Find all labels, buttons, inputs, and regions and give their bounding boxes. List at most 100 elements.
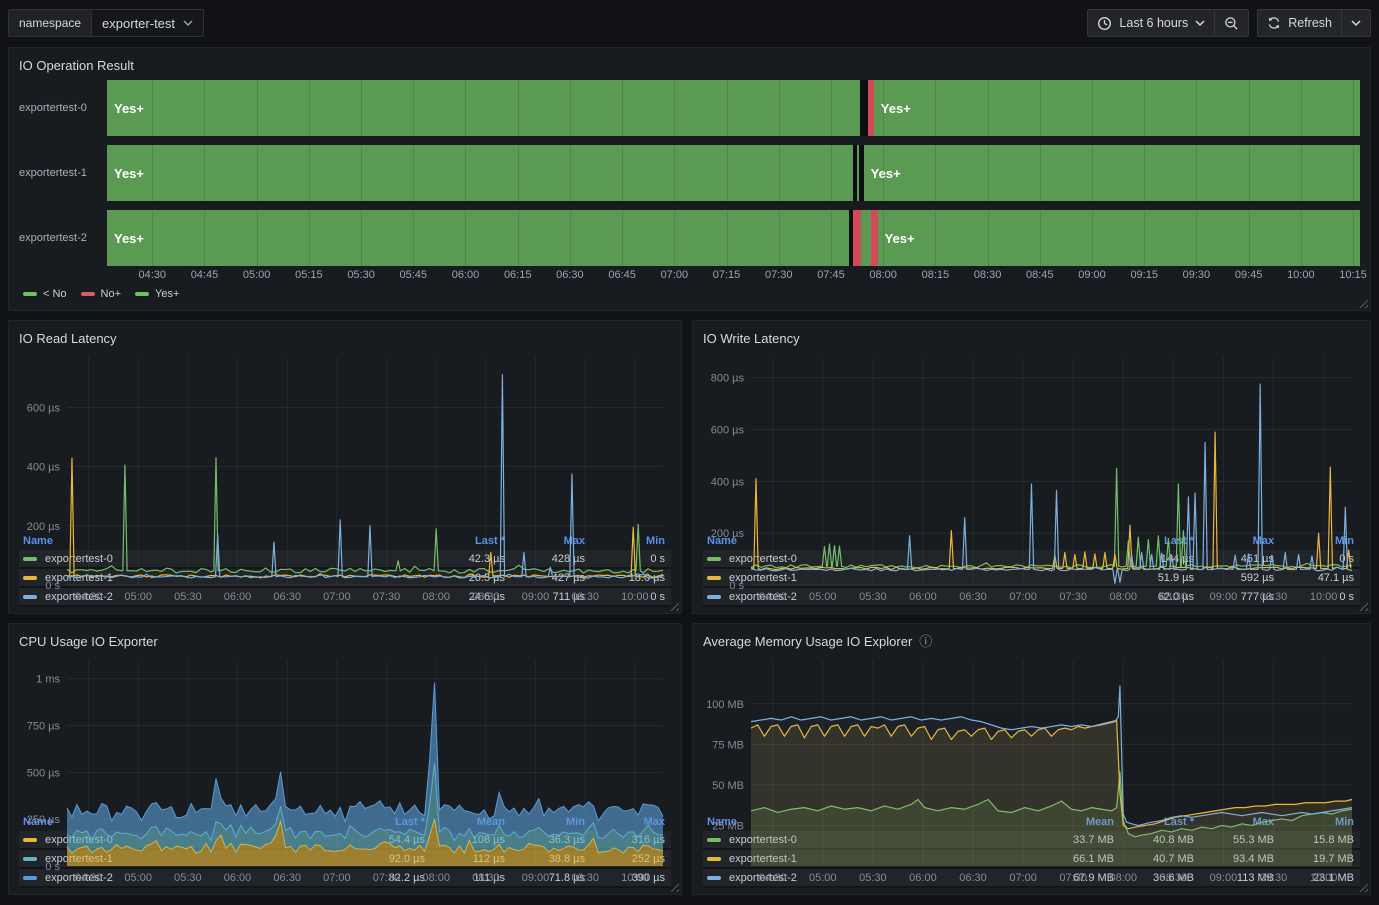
x-tick-label: 06:00 bbox=[224, 872, 252, 884]
timeline-segment-yes[interactable] bbox=[861, 210, 871, 266]
timeline-gridline bbox=[257, 210, 258, 266]
timeline-gridline bbox=[413, 210, 414, 266]
y-tick-label: 600 µs bbox=[711, 425, 745, 437]
timeline-gridline bbox=[1040, 210, 1041, 266]
timeline-gridline bbox=[935, 80, 936, 136]
timeline-gridline bbox=[257, 80, 258, 136]
row-latency: IO Read Latency 0 s200 µs400 µs600 µs04:… bbox=[8, 320, 1371, 614]
timeline-gridline bbox=[1144, 210, 1145, 266]
timeline-gridline bbox=[309, 210, 310, 266]
panel-memory-usage: Average Memory Usage IO Explorer ⓘ 25 MB… bbox=[692, 623, 1371, 895]
timeline-gridline bbox=[152, 145, 153, 201]
x-tick-label: 06:00 bbox=[452, 269, 480, 281]
timeline-gridline bbox=[309, 145, 310, 201]
timeline-gridline bbox=[831, 145, 832, 201]
timeline-legend-item[interactable]: < No bbox=[23, 288, 67, 300]
panel-title-text: IO Write Latency bbox=[703, 331, 800, 346]
panel-title[interactable]: IO Operation Result bbox=[19, 54, 1360, 76]
zoom-out-time-button[interactable] bbox=[1215, 9, 1249, 37]
x-tick-label: 04:30 bbox=[138, 269, 166, 281]
namespace-variable-dropdown[interactable]: exporter-test bbox=[91, 9, 204, 37]
x-tick-label: 07:45 bbox=[817, 269, 845, 281]
panel-title[interactable]: IO Read Latency bbox=[19, 327, 671, 349]
read-chart-svg[interactable]: 0 s200 µs400 µs600 µs04:3005:0005:3006:0… bbox=[19, 349, 671, 605]
x-tick-label: 09:30 bbox=[1260, 872, 1288, 884]
timeline-gridline bbox=[1196, 210, 1197, 266]
x-tick-label: 05:45 bbox=[400, 269, 428, 281]
timeline-gridline bbox=[361, 210, 362, 266]
refresh-button[interactable]: Refresh bbox=[1257, 9, 1342, 37]
timeline-gridline bbox=[204, 145, 205, 201]
y-tick-label: 0 s bbox=[729, 580, 744, 592]
timeline-segment-yes[interactable]: Yes+ bbox=[864, 145, 1360, 201]
timeline-gridline bbox=[1249, 145, 1250, 201]
timeline-segment-yes[interactable]: Yes+ bbox=[107, 145, 853, 201]
timeline-segment-no[interactable] bbox=[853, 210, 861, 266]
timeline-segment-yes[interactable]: Yes+ bbox=[878, 210, 1360, 266]
timeline-segment-yes[interactable]: Yes+ bbox=[107, 210, 849, 266]
timeline-gridline bbox=[883, 210, 884, 266]
x-tick-label: 06:30 bbox=[959, 591, 987, 603]
y-tick-label: 250 µs bbox=[27, 814, 61, 826]
row-usage: CPU Usage IO Exporter 0 s250 µs500 µs750… bbox=[8, 623, 1371, 895]
timeline-gridline bbox=[1040, 80, 1041, 136]
timeline-gridline bbox=[1353, 210, 1354, 266]
timeline-gridline bbox=[1301, 80, 1302, 136]
timeline-gridline bbox=[518, 145, 519, 201]
timeline-gridline bbox=[1092, 210, 1093, 266]
timeline-segment-gap[interactable] bbox=[860, 80, 868, 136]
timeline-gridline bbox=[883, 80, 884, 136]
x-tick-label: 09:30 bbox=[1260, 591, 1288, 603]
x-tick-label: 07:30 bbox=[1059, 591, 1087, 603]
mem-chart-svg[interactable]: 25 MB50 MB75 MB100 MB04:3005:0005:3006:0… bbox=[703, 652, 1360, 886]
x-tick-label: 06:30 bbox=[959, 872, 987, 884]
panel-title[interactable]: Average Memory Usage IO Explorer ⓘ bbox=[703, 630, 1360, 652]
timeline-gridline bbox=[570, 80, 571, 136]
panel-title[interactable]: IO Write Latency bbox=[703, 327, 1360, 349]
timeline-gridline bbox=[727, 80, 728, 136]
timeline-legend-item[interactable]: Yes+ bbox=[135, 288, 179, 300]
chart-write[interactable]: 0 s200 µs400 µs600 µs800 µs04:3005:0005:… bbox=[703, 349, 1360, 529]
x-tick-label: 09:00 bbox=[1210, 872, 1238, 884]
timeline-gridline bbox=[622, 210, 623, 266]
y-tick-label: 50 MB bbox=[712, 780, 744, 792]
timeline-track[interactable]: Yes+Yes+ bbox=[107, 145, 1360, 201]
timeline-segment-yes[interactable]: Yes+ bbox=[107, 80, 860, 136]
timeline-row: exportertest-1Yes+Yes+ bbox=[19, 145, 1360, 201]
timeline-gridline bbox=[988, 80, 989, 136]
x-axis-labels: 04:3005:0005:3006:0006:3007:0007:3008:00… bbox=[75, 872, 649, 884]
timeline-gridline bbox=[1144, 80, 1145, 136]
panel-info-icon[interactable]: ⓘ bbox=[919, 635, 932, 648]
timeline-segment-yes[interactable]: Yes+ bbox=[874, 80, 1360, 136]
timeline-segment-label: Yes+ bbox=[874, 101, 911, 116]
cpu-chart-svg[interactable]: 0 s250 µs500 µs750 µs1 ms04:3005:0005:30… bbox=[19, 652, 671, 886]
x-tick-label: 07:30 bbox=[373, 591, 401, 603]
timeline-gridline bbox=[1249, 210, 1250, 266]
x-tick-label: 08:00 bbox=[1110, 872, 1138, 884]
x-tick-label: 04:30 bbox=[759, 591, 787, 603]
x-tick-label: 08:45 bbox=[1026, 269, 1054, 281]
x-tick-label: 05:00 bbox=[809, 591, 837, 603]
time-range-picker-button[interactable]: Last 6 hours bbox=[1087, 9, 1215, 37]
timeline-gridline bbox=[1196, 145, 1197, 201]
timeline-track[interactable]: Yes+ Yes+ bbox=[107, 210, 1360, 266]
refresh-interval-dropdown[interactable] bbox=[1342, 9, 1371, 37]
refresh-icon bbox=[1267, 16, 1281, 30]
timeline-track[interactable]: Yes+ Yes+ bbox=[107, 80, 1360, 136]
panel-title[interactable]: CPU Usage IO Exporter bbox=[19, 630, 671, 652]
chart-mem[interactable]: 25 MB50 MB75 MB100 MB04:3005:0005:3006:0… bbox=[703, 652, 1360, 810]
chart-read[interactable]: 0 s200 µs400 µs600 µs04:3005:0005:3006:0… bbox=[19, 349, 671, 529]
legend-swatch bbox=[81, 292, 95, 296]
x-tick-label: 05:30 bbox=[174, 591, 202, 603]
y-tick-label: 25 MB bbox=[712, 820, 744, 832]
chart-cpu[interactable]: 0 s250 µs500 µs750 µs1 ms04:3005:0005:30… bbox=[19, 652, 671, 810]
x-tick-label: 06:30 bbox=[273, 872, 301, 884]
legend-swatch bbox=[135, 292, 149, 296]
timeline-legend-item[interactable]: No+ bbox=[81, 288, 122, 300]
write-chart-svg[interactable]: 0 s200 µs400 µs600 µs800 µs04:3005:0005:… bbox=[703, 349, 1360, 605]
y-tick-label: 0 s bbox=[45, 580, 60, 592]
timeline-gridline bbox=[204, 80, 205, 136]
x-tick-label: 07:00 bbox=[661, 269, 689, 281]
timeline-gridline bbox=[883, 145, 884, 201]
x-axis-labels: 04:3005:0005:3006:0006:3007:0007:3008:00… bbox=[75, 591, 649, 603]
